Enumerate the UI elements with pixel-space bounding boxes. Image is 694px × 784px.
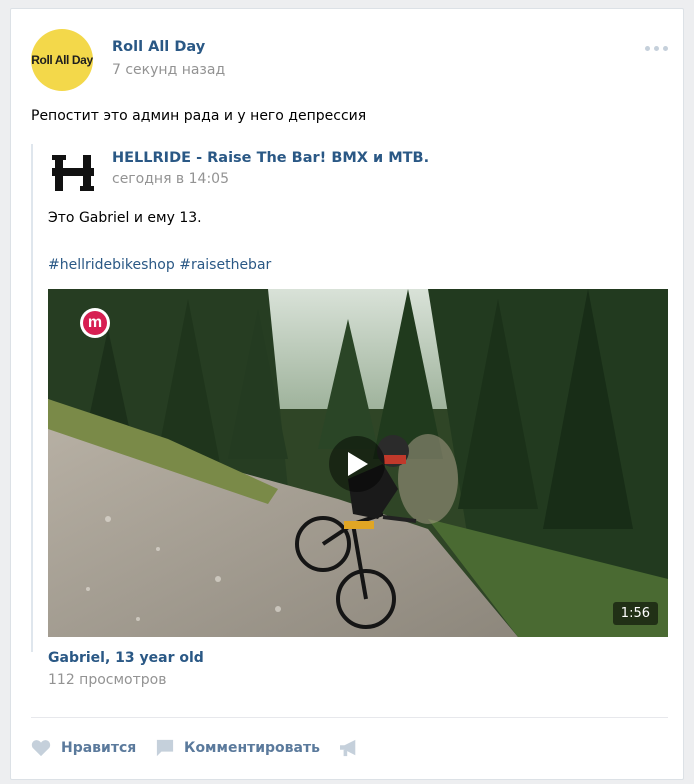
author-avatar[interactable]: Roll All Day (31, 29, 93, 91)
video-duration: 1:56 (612, 602, 658, 625)
heart-icon (31, 740, 51, 757)
like-button[interactable]: Нравится (31, 739, 136, 757)
hashtag-link[interactable]: #raisethebar (179, 257, 271, 273)
repost-indicator-bar (31, 144, 33, 652)
repost-author-name[interactable]: HELLRIDE - Raise The Bar! BMX и MTB. (112, 150, 429, 166)
hellride-logo-icon (52, 155, 94, 191)
repost-time[interactable]: сегодня в 14:05 (112, 171, 229, 187)
like-label: Нравится (61, 740, 137, 756)
divider (31, 717, 668, 718)
megaphone-icon (340, 739, 356, 757)
video-player[interactable]: m 1:56 (48, 289, 668, 637)
author-name[interactable]: Roll All Day (112, 39, 205, 55)
video-views: 112 просмотров (48, 672, 167, 688)
channel-badge-icon: m (80, 308, 110, 338)
post-text: Репостит это админ рада и у него депресс… (31, 108, 367, 124)
play-icon (348, 452, 368, 476)
repost-author-avatar[interactable] (49, 149, 97, 197)
avatar-logo-text: Roll All Day (31, 53, 93, 67)
comment-label: Комментировать (184, 740, 320, 756)
post-time[interactable]: 7 секунд назад (112, 62, 225, 78)
play-button[interactable] (329, 436, 385, 492)
hashtag-list: #hellridebikeshop #raisethebar (48, 257, 271, 273)
comment-button[interactable]: Комментировать (156, 739, 320, 757)
repost-text: Это Gabriel и ему 13. (48, 210, 202, 226)
more-options-icon[interactable] (645, 43, 671, 53)
hashtag-link[interactable]: #hellridebikeshop (48, 257, 175, 273)
channel-badge-letter: m (83, 311, 107, 335)
post-card: Roll All Day Roll All Day 7 секунд назад… (10, 8, 684, 780)
comment-icon (156, 739, 174, 757)
share-button[interactable] (339, 739, 359, 757)
video-title[interactable]: Gabriel, 13 year old (48, 650, 204, 666)
